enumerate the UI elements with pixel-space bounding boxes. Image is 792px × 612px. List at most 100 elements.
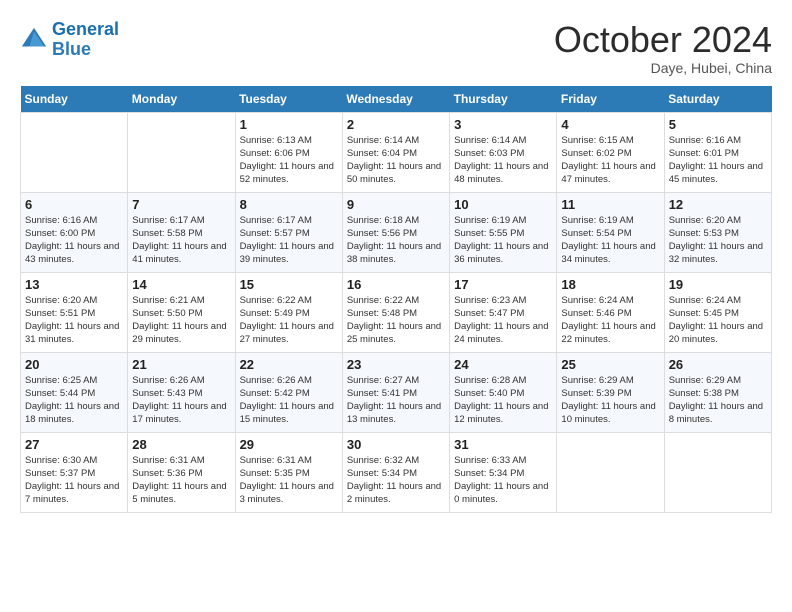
calendar-cell: 25 Sunrise: 6:29 AM Sunset: 5:39 PM Dayli…: [557, 352, 664, 432]
calendar-cell: 6Sunrise: 6:16 AM Sunset: 6:00 PM Daylig…: [21, 192, 128, 272]
calendar-cell: 5 Sunrise: 6:16 AM Sunset: 6:01 PM Daylig…: [664, 112, 771, 192]
calendar-table: SundayMondayTuesdayWednesdayThursdayFrid…: [20, 86, 772, 513]
cell-info: Sunrise: 6:32 AM Sunset: 5:34 PM Dayligh…: [347, 454, 445, 507]
calendar-cell: 29 Sunrise: 6:31 AM Sunset: 5:35 PM Dayli…: [235, 432, 342, 512]
logo-icon: [20, 26, 48, 54]
cell-info: Sunrise: 6:31 AM Sunset: 5:35 PM Dayligh…: [240, 454, 338, 507]
calendar-cell: 11 Sunrise: 6:19 AM Sunset: 5:54 PM Dayli…: [557, 192, 664, 272]
day-number: 14: [132, 277, 230, 292]
day-number: 27: [25, 437, 123, 452]
calendar-week-row: 6Sunrise: 6:16 AM Sunset: 6:00 PM Daylig…: [21, 192, 772, 272]
day-number: 24: [454, 357, 552, 372]
cell-info: Sunrise: 6:25 AM Sunset: 5:44 PM Dayligh…: [25, 374, 123, 427]
calendar-cell: 10Sunrise: 6:19 AM Sunset: 5:55 PM Dayli…: [450, 192, 557, 272]
calendar-week-row: 20Sunrise: 6:25 AM Sunset: 5:44 PM Dayli…: [21, 352, 772, 432]
month-title: October 2024: [554, 20, 772, 60]
page-header: General Blue October 2024 Daye, Hubei, C…: [20, 20, 772, 76]
calendar-week-row: 13Sunrise: 6:20 AM Sunset: 5:51 PM Dayli…: [21, 272, 772, 352]
calendar-cell: [557, 432, 664, 512]
cell-info: Sunrise: 6:16 AM Sunset: 6:01 PM Dayligh…: [669, 134, 767, 187]
calendar-cell: 26Sunrise: 6:29 AM Sunset: 5:38 PM Dayli…: [664, 352, 771, 432]
cell-info: Sunrise: 6:19 AM Sunset: 5:54 PM Dayligh…: [561, 214, 659, 267]
day-number: 23: [347, 357, 445, 372]
cell-info: Sunrise: 6:26 AM Sunset: 5:43 PM Dayligh…: [132, 374, 230, 427]
calendar-cell: 9 Sunrise: 6:18 AM Sunset: 5:56 PM Daylig…: [342, 192, 449, 272]
location-subtitle: Daye, Hubei, China: [554, 60, 772, 76]
day-number: 3: [454, 117, 552, 132]
calendar-cell: 14 Sunrise: 6:21 AM Sunset: 5:50 PM Dayli…: [128, 272, 235, 352]
day-number: 29: [240, 437, 338, 452]
cell-info: Sunrise: 6:17 AM Sunset: 5:58 PM Dayligh…: [132, 214, 230, 267]
calendar-cell: 30 Sunrise: 6:32 AM Sunset: 5:34 PM Dayli…: [342, 432, 449, 512]
weekday-header: Friday: [557, 86, 664, 113]
day-number: 25: [561, 357, 659, 372]
weekday-header: Saturday: [664, 86, 771, 113]
calendar-cell: 18Sunrise: 6:24 AM Sunset: 5:46 PM Dayli…: [557, 272, 664, 352]
day-number: 21: [132, 357, 230, 372]
cell-info: Sunrise: 6:17 AM Sunset: 5:57 PM Dayligh…: [240, 214, 338, 267]
calendar-cell: 12 Sunrise: 6:20 AM Sunset: 5:53 PM Dayli…: [664, 192, 771, 272]
weekday-header: Wednesday: [342, 86, 449, 113]
cell-info: Sunrise: 6:26 AM Sunset: 5:42 PM Dayligh…: [240, 374, 338, 427]
day-number: 12: [669, 197, 767, 212]
cell-info: Sunrise: 6:22 AM Sunset: 5:49 PM Dayligh…: [240, 294, 338, 347]
weekday-header-row: SundayMondayTuesdayWednesdayThursdayFrid…: [21, 86, 772, 113]
day-number: 17: [454, 277, 552, 292]
cell-info: Sunrise: 6:29 AM Sunset: 5:39 PM Dayligh…: [561, 374, 659, 427]
day-number: 26: [669, 357, 767, 372]
day-number: 19: [669, 277, 767, 292]
day-number: 1: [240, 117, 338, 132]
cell-info: Sunrise: 6:33 AM Sunset: 5:34 PM Dayligh…: [454, 454, 552, 507]
day-number: 9: [347, 197, 445, 212]
cell-info: Sunrise: 6:14 AM Sunset: 6:03 PM Dayligh…: [454, 134, 552, 187]
calendar-cell: 8Sunrise: 6:17 AM Sunset: 5:57 PM Daylig…: [235, 192, 342, 272]
calendar-cell: 19 Sunrise: 6:24 AM Sunset: 5:45 PM Dayli…: [664, 272, 771, 352]
title-block: October 2024 Daye, Hubei, China: [554, 20, 772, 76]
calendar-cell: 1 Sunrise: 6:13 AM Sunset: 6:06 PM Daylig…: [235, 112, 342, 192]
calendar-cell: [664, 432, 771, 512]
cell-info: Sunrise: 6:24 AM Sunset: 5:46 PM Dayligh…: [561, 294, 659, 347]
weekday-header: Tuesday: [235, 86, 342, 113]
cell-info: Sunrise: 6:30 AM Sunset: 5:37 PM Dayligh…: [25, 454, 123, 507]
calendar-week-row: 27 Sunrise: 6:30 AM Sunset: 5:37 PM Dayli…: [21, 432, 772, 512]
calendar-cell: 22 Sunrise: 6:26 AM Sunset: 5:42 PM Dayli…: [235, 352, 342, 432]
calendar-cell: 7Sunrise: 6:17 AM Sunset: 5:58 PM Daylig…: [128, 192, 235, 272]
weekday-header: Monday: [128, 86, 235, 113]
cell-info: Sunrise: 6:22 AM Sunset: 5:48 PM Dayligh…: [347, 294, 445, 347]
calendar-cell: 15 Sunrise: 6:22 AM Sunset: 5:49 PM Dayli…: [235, 272, 342, 352]
day-number: 15: [240, 277, 338, 292]
cell-info: Sunrise: 6:20 AM Sunset: 5:53 PM Dayligh…: [669, 214, 767, 267]
logo: General Blue: [20, 20, 119, 60]
cell-info: Sunrise: 6:27 AM Sunset: 5:41 PM Dayligh…: [347, 374, 445, 427]
day-number: 28: [132, 437, 230, 452]
cell-info: Sunrise: 6:13 AM Sunset: 6:06 PM Dayligh…: [240, 134, 338, 187]
cell-info: Sunrise: 6:28 AM Sunset: 5:40 PM Dayligh…: [454, 374, 552, 427]
weekday-header: Sunday: [21, 86, 128, 113]
day-number: 10: [454, 197, 552, 212]
calendar-cell: 28Sunrise: 6:31 AM Sunset: 5:36 PM Dayli…: [128, 432, 235, 512]
day-number: 22: [240, 357, 338, 372]
calendar-cell: [21, 112, 128, 192]
day-number: 2: [347, 117, 445, 132]
calendar-cell: [128, 112, 235, 192]
day-number: 11: [561, 197, 659, 212]
day-number: 30: [347, 437, 445, 452]
day-number: 13: [25, 277, 123, 292]
cell-info: Sunrise: 6:21 AM Sunset: 5:50 PM Dayligh…: [132, 294, 230, 347]
day-number: 31: [454, 437, 552, 452]
calendar-cell: 2 Sunrise: 6:14 AM Sunset: 6:04 PM Daylig…: [342, 112, 449, 192]
cell-info: Sunrise: 6:23 AM Sunset: 5:47 PM Dayligh…: [454, 294, 552, 347]
cell-info: Sunrise: 6:18 AM Sunset: 5:56 PM Dayligh…: [347, 214, 445, 267]
calendar-cell: 17 Sunrise: 6:23 AM Sunset: 5:47 PM Dayli…: [450, 272, 557, 352]
cell-info: Sunrise: 6:15 AM Sunset: 6:02 PM Dayligh…: [561, 134, 659, 187]
cell-info: Sunrise: 6:24 AM Sunset: 5:45 PM Dayligh…: [669, 294, 767, 347]
day-number: 6: [25, 197, 123, 212]
calendar-cell: 3 Sunrise: 6:14 AM Sunset: 6:03 PM Daylig…: [450, 112, 557, 192]
calendar-cell: 4Sunrise: 6:15 AM Sunset: 6:02 PM Daylig…: [557, 112, 664, 192]
day-number: 16: [347, 277, 445, 292]
day-number: 5: [669, 117, 767, 132]
calendar-cell: 27 Sunrise: 6:30 AM Sunset: 5:37 PM Dayli…: [21, 432, 128, 512]
calendar-cell: 16 Sunrise: 6:22 AM Sunset: 5:48 PM Dayli…: [342, 272, 449, 352]
calendar-cell: 23 Sunrise: 6:27 AM Sunset: 5:41 PM Dayli…: [342, 352, 449, 432]
cell-info: Sunrise: 6:14 AM Sunset: 6:04 PM Dayligh…: [347, 134, 445, 187]
